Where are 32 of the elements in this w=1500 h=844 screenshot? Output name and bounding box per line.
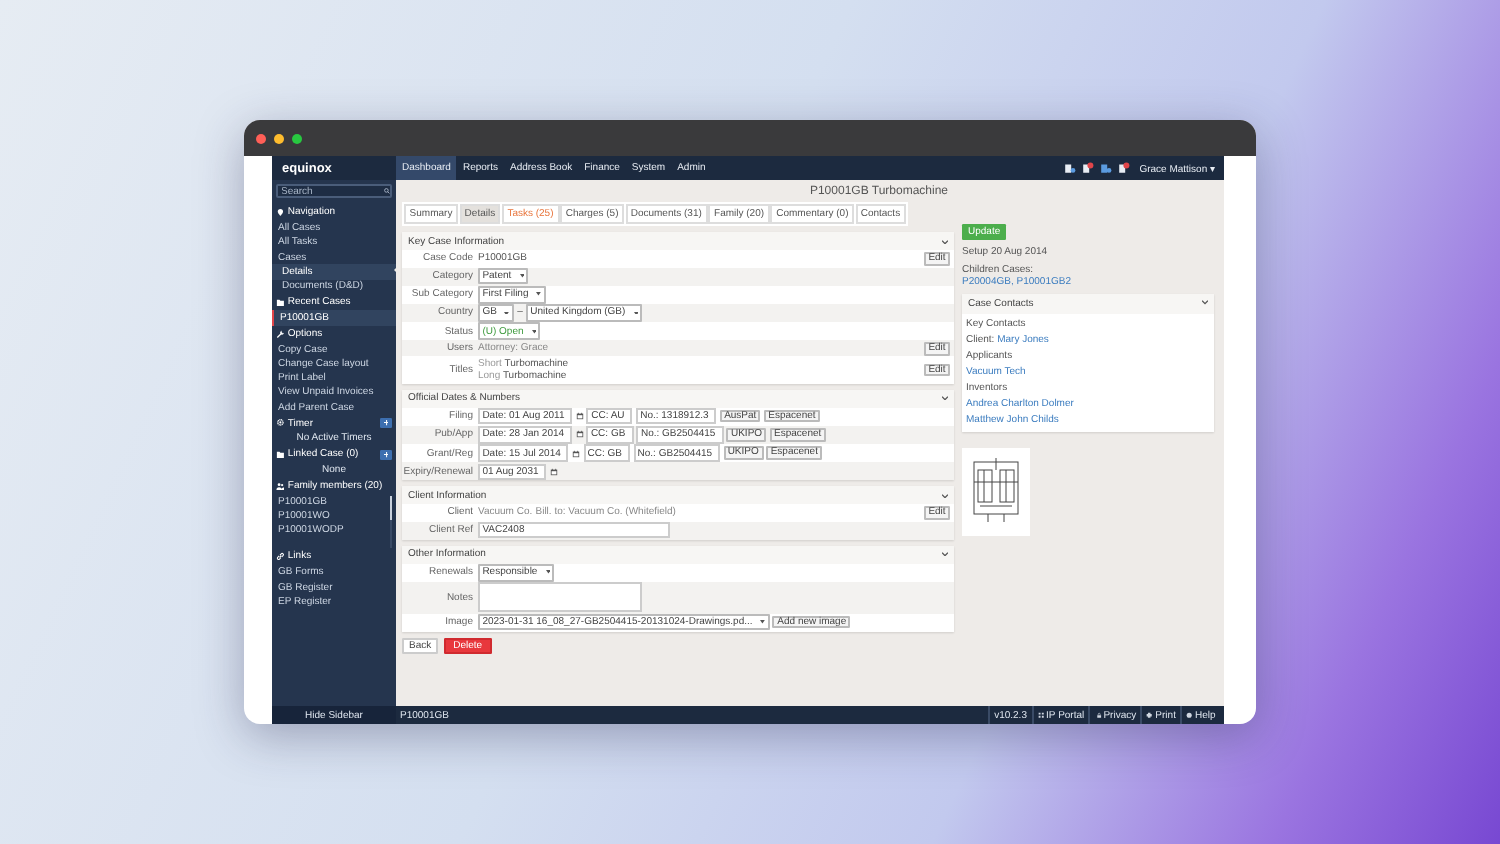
folder-icon — [276, 297, 285, 307]
scrollbar[interactable] — [390, 496, 392, 549]
chevron-down-icon[interactable] — [942, 493, 948, 498]
chevron-down-icon[interactable] — [942, 396, 948, 401]
link-icon — [276, 552, 285, 562]
calendar-icon[interactable] — [575, 412, 584, 421]
caret-icon — [545, 570, 551, 575]
gear-icon — [276, 418, 285, 428]
calendar-icon[interactable] — [575, 430, 584, 439]
folder-icon — [276, 450, 285, 460]
caret-icon — [531, 329, 537, 334]
caret-icon — [760, 620, 766, 625]
search-icon — [383, 188, 389, 194]
chevron-down-icon[interactable] — [942, 552, 948, 557]
wrench-icon — [276, 329, 285, 338]
chevron-down-icon[interactable] — [942, 239, 948, 244]
add-button[interactable] — [380, 449, 392, 460]
chevron-down-icon[interactable] — [1202, 300, 1208, 306]
caret-icon — [536, 292, 542, 297]
people-icon — [276, 481, 285, 491]
calendar-icon[interactable] — [571, 449, 580, 458]
caret-icon — [633, 311, 639, 315]
minimize-dot[interactable] — [274, 133, 284, 143]
pin-icon — [276, 208, 285, 217]
close-dot[interactable] — [256, 133, 266, 143]
caret-icon — [519, 274, 525, 279]
calendar-icon[interactable] — [549, 467, 558, 476]
maximize-dot[interactable] — [292, 133, 302, 143]
grid-icon — [1037, 711, 1045, 719]
lock-icon — [1095, 711, 1102, 719]
caret-icon — [504, 311, 510, 315]
add-button[interactable] — [380, 418, 392, 429]
